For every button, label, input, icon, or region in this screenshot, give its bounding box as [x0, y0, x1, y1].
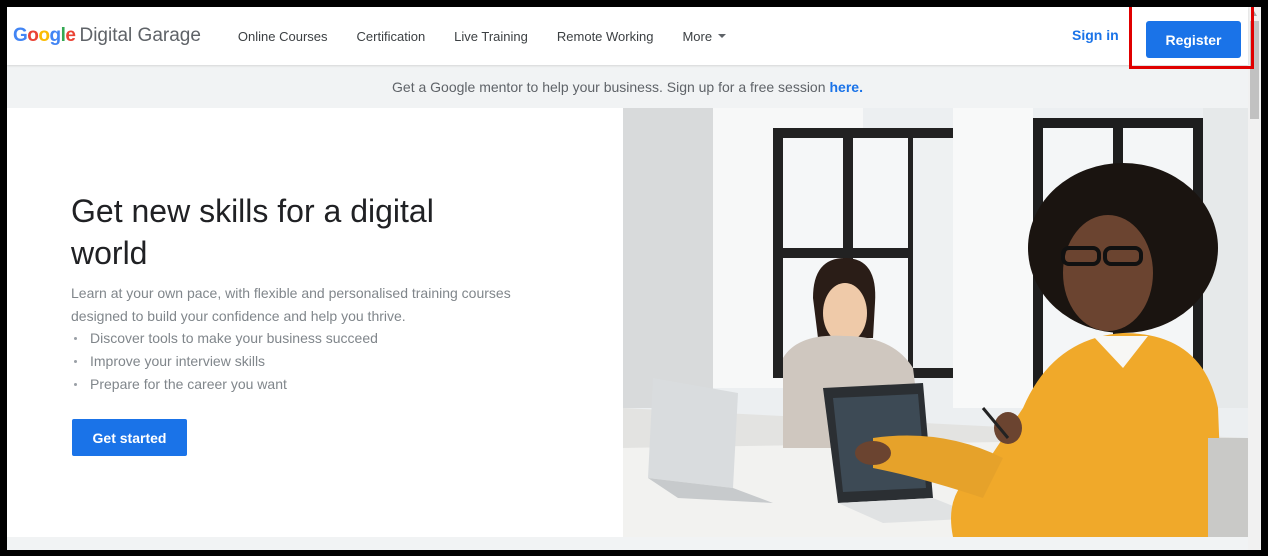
- nav-remote-working[interactable]: Remote Working: [557, 29, 654, 44]
- nav-more-dropdown[interactable]: More: [682, 28, 727, 44]
- list-item: Prepare for the career you want: [71, 373, 378, 396]
- scrollbar-thumb[interactable]: [1250, 21, 1259, 119]
- logo-letter: o: [38, 25, 50, 46]
- scroll-up-icon[interactable]: [1251, 11, 1257, 16]
- banner-here-link[interactable]: here.: [830, 79, 863, 95]
- get-started-button[interactable]: Get started: [72, 419, 187, 456]
- logo-letter: g: [49, 25, 62, 46]
- nav-live-training[interactable]: Live Training: [454, 29, 528, 44]
- nav-certification[interactable]: Certification: [357, 29, 426, 44]
- hero-bullet-list: Discover tools to make your business suc…: [71, 327, 378, 396]
- hero-description: Learn at your own pace, with flexible an…: [71, 285, 511, 324]
- logo-letter: G: [13, 25, 28, 46]
- hero-photo-office-women-laptops: [623, 108, 1248, 537]
- bullet-text: Prepare for the career you want: [90, 376, 287, 392]
- site-header: Google Digital Garage Online Courses Cer…: [7, 7, 1254, 69]
- hero-title: Get new skills for a digital world: [71, 193, 434, 271]
- google-wordmark: Google: [13, 25, 76, 47]
- chevron-down-icon: [718, 34, 727, 38]
- bullet-icon: [74, 360, 77, 363]
- list-item: Improve your interview skills: [71, 350, 378, 373]
- sign-in-link[interactable]: Sign in: [1072, 27, 1119, 43]
- hero-photo-illustration: [623, 108, 1248, 537]
- main-nav: Online Courses Certification Live Traini…: [238, 29, 755, 44]
- list-item: Discover tools to make your business suc…: [71, 327, 378, 350]
- banner-text: Get a Google mentor to help your busines…: [392, 78, 826, 95]
- browser-viewport: Google Digital Garage Online Courses Cer…: [7, 7, 1261, 550]
- nav-remote-working-label: Remote Working: [556, 28, 654, 44]
- logo-letter: o: [27, 25, 39, 46]
- nav-online-courses[interactable]: Online Courses: [238, 29, 328, 44]
- nav-live-training-label: Live Training: [454, 28, 528, 44]
- bullet-text: Discover tools to make your business suc…: [90, 330, 378, 346]
- bullet-text: Improve your interview skills: [90, 353, 266, 369]
- logo-letter: e: [65, 25, 76, 46]
- bullet-icon: [74, 337, 77, 340]
- nav-more-label: More: [682, 28, 713, 44]
- hero-content: Get new skills for a digital world Learn…: [7, 108, 623, 540]
- google-digital-garage-logo[interactable]: Google Digital Garage: [13, 25, 201, 47]
- mentor-banner: Get a Google mentor to help your busines…: [7, 65, 1248, 108]
- page-scrollbar[interactable]: [1248, 7, 1261, 550]
- register-button[interactable]: Register: [1146, 21, 1241, 58]
- logo-product-name: Digital Garage: [79, 25, 201, 46]
- section-divider: [7, 537, 1248, 550]
- bullet-icon: [74, 383, 77, 386]
- nav-online-courses-label: Online Courses: [237, 28, 328, 44]
- nav-certification-label: Certification: [356, 28, 426, 44]
